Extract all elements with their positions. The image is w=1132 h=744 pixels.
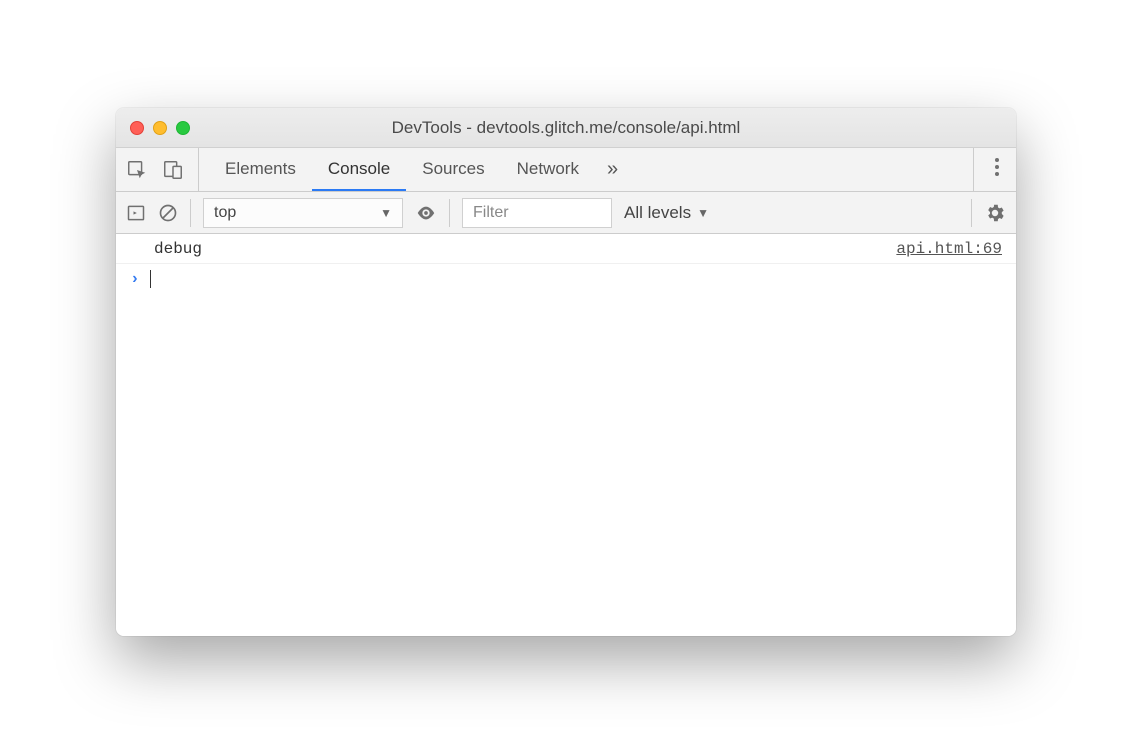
tabs: Elements Console Sources Network » <box>209 148 630 191</box>
tabbar-right <box>973 148 1006 191</box>
log-message: debug <box>154 240 202 258</box>
chevron-down-icon: ▼ <box>697 206 709 220</box>
tabs-overflow-button[interactable]: » <box>595 148 630 191</box>
device-toolbar-icon[interactable] <box>162 159 184 181</box>
close-window-button[interactable] <box>130 121 144 135</box>
console-toolbar: top ▼ All levels ▼ <box>116 192 1016 234</box>
divider <box>190 199 191 227</box>
log-levels-label: All levels <box>624 203 691 223</box>
show-console-sidebar-icon[interactable] <box>126 203 146 223</box>
tab-elements[interactable]: Elements <box>209 148 312 191</box>
divider <box>449 199 450 227</box>
devtools-window: DevTools - devtools.glitch.me/console/ap… <box>116 108 1016 636</box>
tab-bar: Elements Console Sources Network » <box>116 148 1016 192</box>
tab-network[interactable]: Network <box>501 148 595 191</box>
log-levels-select[interactable]: All levels ▼ <box>624 203 709 223</box>
tab-sources[interactable]: Sources <box>406 148 500 191</box>
maximize-window-button[interactable] <box>176 121 190 135</box>
toolbar-right <box>971 199 1006 227</box>
clear-console-icon[interactable] <box>158 203 178 223</box>
console-output: debug api.html:69 › <box>116 234 1016 636</box>
window-title: DevTools - devtools.glitch.me/console/ap… <box>116 118 1016 138</box>
titlebar: DevTools - devtools.glitch.me/console/ap… <box>116 108 1016 148</box>
console-settings-icon[interactable] <box>984 202 1006 224</box>
execution-context-select[interactable]: top ▼ <box>203 198 403 228</box>
traffic-lights <box>130 121 190 135</box>
tabbar-left-tools <box>126 148 199 191</box>
kebab-menu-icon[interactable] <box>988 156 1006 184</box>
chevron-down-icon: ▼ <box>380 206 392 220</box>
inspect-element-icon[interactable] <box>126 159 148 181</box>
filter-input[interactable] <box>462 198 612 228</box>
execution-context-value: top <box>214 204 236 222</box>
live-expression-icon[interactable] <box>415 202 437 224</box>
console-prompt[interactable]: › <box>116 264 1016 294</box>
log-entry: debug api.html:69 <box>116 234 1016 264</box>
prompt-chevron-icon: › <box>130 270 140 288</box>
prompt-cursor <box>150 270 151 288</box>
tab-console[interactable]: Console <box>312 148 406 191</box>
divider <box>971 199 972 227</box>
minimize-window-button[interactable] <box>153 121 167 135</box>
log-source-link[interactable]: api.html:69 <box>896 240 1002 258</box>
